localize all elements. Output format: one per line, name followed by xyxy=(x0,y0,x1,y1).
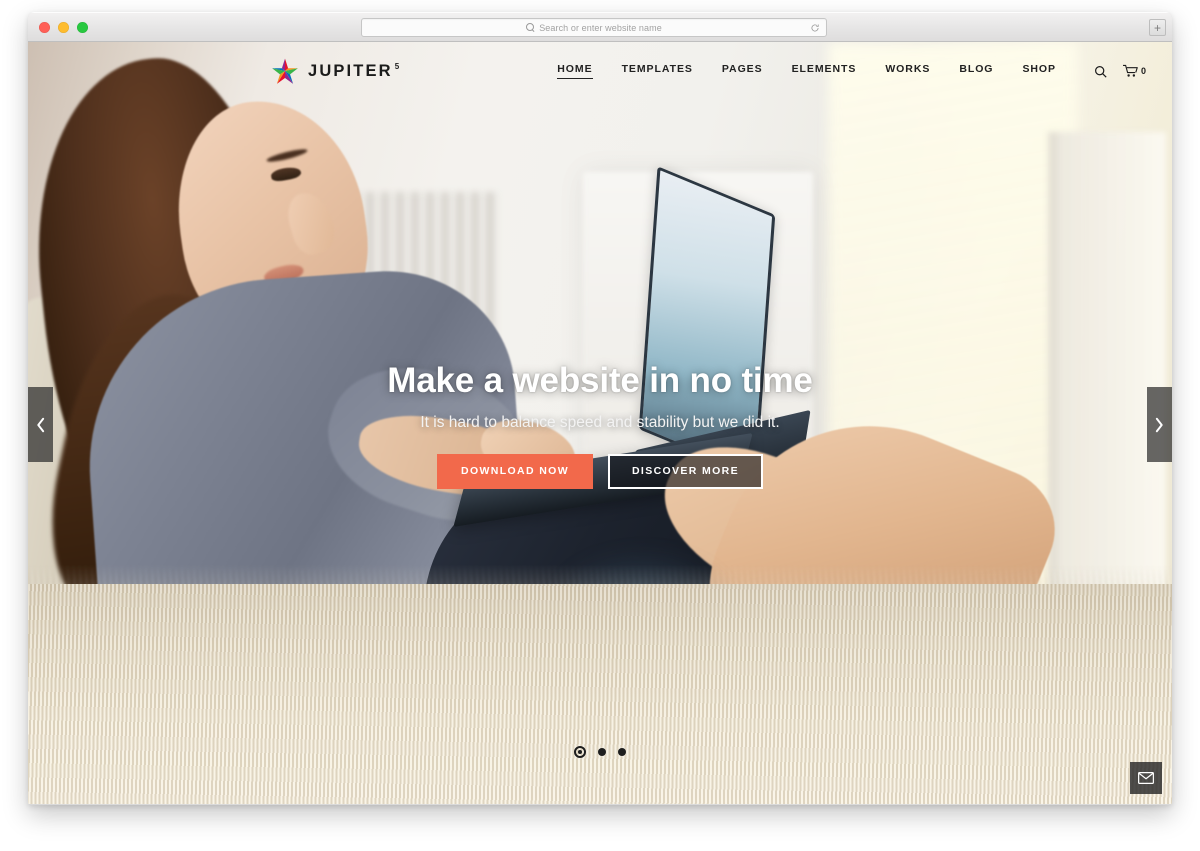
slider-dot-2[interactable] xyxy=(598,748,606,756)
browser-titlebar: Search or enter website name + xyxy=(28,12,1172,42)
nav-icon-group: 0 xyxy=(1094,64,1146,78)
screenshot-root: Search or enter website name + JUPITER 5… xyxy=(0,0,1200,851)
maximize-window-button[interactable] xyxy=(77,22,88,33)
discover-more-button[interactable]: DISCOVER MORE xyxy=(607,454,763,489)
cart-item-count: 0 xyxy=(1140,66,1146,76)
nav-cart-button[interactable]: 0 xyxy=(1122,64,1146,78)
logo-wordmark: JUPITER 5 xyxy=(308,62,401,81)
hero-subtitle: It is hard to balance speed and stabilit… xyxy=(420,414,780,432)
nav-search-button[interactable] xyxy=(1094,65,1107,78)
minimize-window-button[interactable] xyxy=(58,22,69,33)
nav-item-shop[interactable]: SHOP xyxy=(1022,63,1056,79)
slider-next-button[interactable] xyxy=(1147,387,1172,462)
chevron-right-icon xyxy=(1155,417,1163,432)
hero-title: Make a website in no time xyxy=(387,361,813,400)
search-icon xyxy=(526,23,535,32)
logo-name: JUPITER xyxy=(308,61,393,80)
hero-button-group: DOWNLOAD NOW DISCOVER MORE xyxy=(28,454,1172,489)
slider-dot-1[interactable] xyxy=(574,746,586,758)
reload-icon[interactable] xyxy=(810,23,820,33)
close-window-button[interactable] xyxy=(39,22,50,33)
nav-item-home[interactable]: HOME xyxy=(557,63,593,79)
download-now-button[interactable]: DOWNLOAD NOW xyxy=(437,454,593,489)
site-header: JUPITER 5 HOME TEMPLATES PAGES ELEMENTS W… xyxy=(28,42,1172,100)
new-tab-button[interactable]: + xyxy=(1149,19,1166,36)
hero-content: Make a website in no time It is hard to … xyxy=(28,360,1172,489)
nav-item-templates[interactable]: TEMPLATES xyxy=(622,63,693,79)
contact-button[interactable] xyxy=(1130,762,1162,794)
site-logo[interactable]: JUPITER 5 xyxy=(271,57,401,85)
nav-item-elements[interactable]: ELEMENTS xyxy=(792,63,857,79)
rainbow-star-icon xyxy=(272,58,298,84)
browser-window: Search or enter website name + JUPITER 5… xyxy=(28,12,1172,805)
photo-rug xyxy=(28,584,1172,804)
nav-item-blog[interactable]: BLOG xyxy=(959,63,993,79)
address-bar-placeholder: Search or enter website name xyxy=(539,22,662,33)
envelope-icon xyxy=(1138,772,1154,784)
search-icon xyxy=(1095,65,1107,78)
address-bar[interactable]: Search or enter website name xyxy=(361,18,827,37)
address-bar-inner: Search or enter website name xyxy=(526,23,662,33)
main-navigation: HOME TEMPLATES PAGES ELEMENTS WORKS BLOG… xyxy=(557,63,1146,79)
logo-superscript: 5 xyxy=(394,62,402,71)
chevron-left-icon xyxy=(37,417,45,432)
slider-dot-3[interactable] xyxy=(618,748,626,756)
nav-item-pages[interactable]: PAGES xyxy=(722,63,763,79)
slider-prev-button[interactable] xyxy=(28,387,53,462)
nav-item-works[interactable]: WORKS xyxy=(885,63,930,79)
shopping-cart-icon xyxy=(1122,64,1138,77)
window-controls xyxy=(39,22,88,33)
website-viewport: JUPITER 5 HOME TEMPLATES PAGES ELEMENTS W… xyxy=(28,42,1172,804)
slider-pagination xyxy=(28,746,1172,758)
